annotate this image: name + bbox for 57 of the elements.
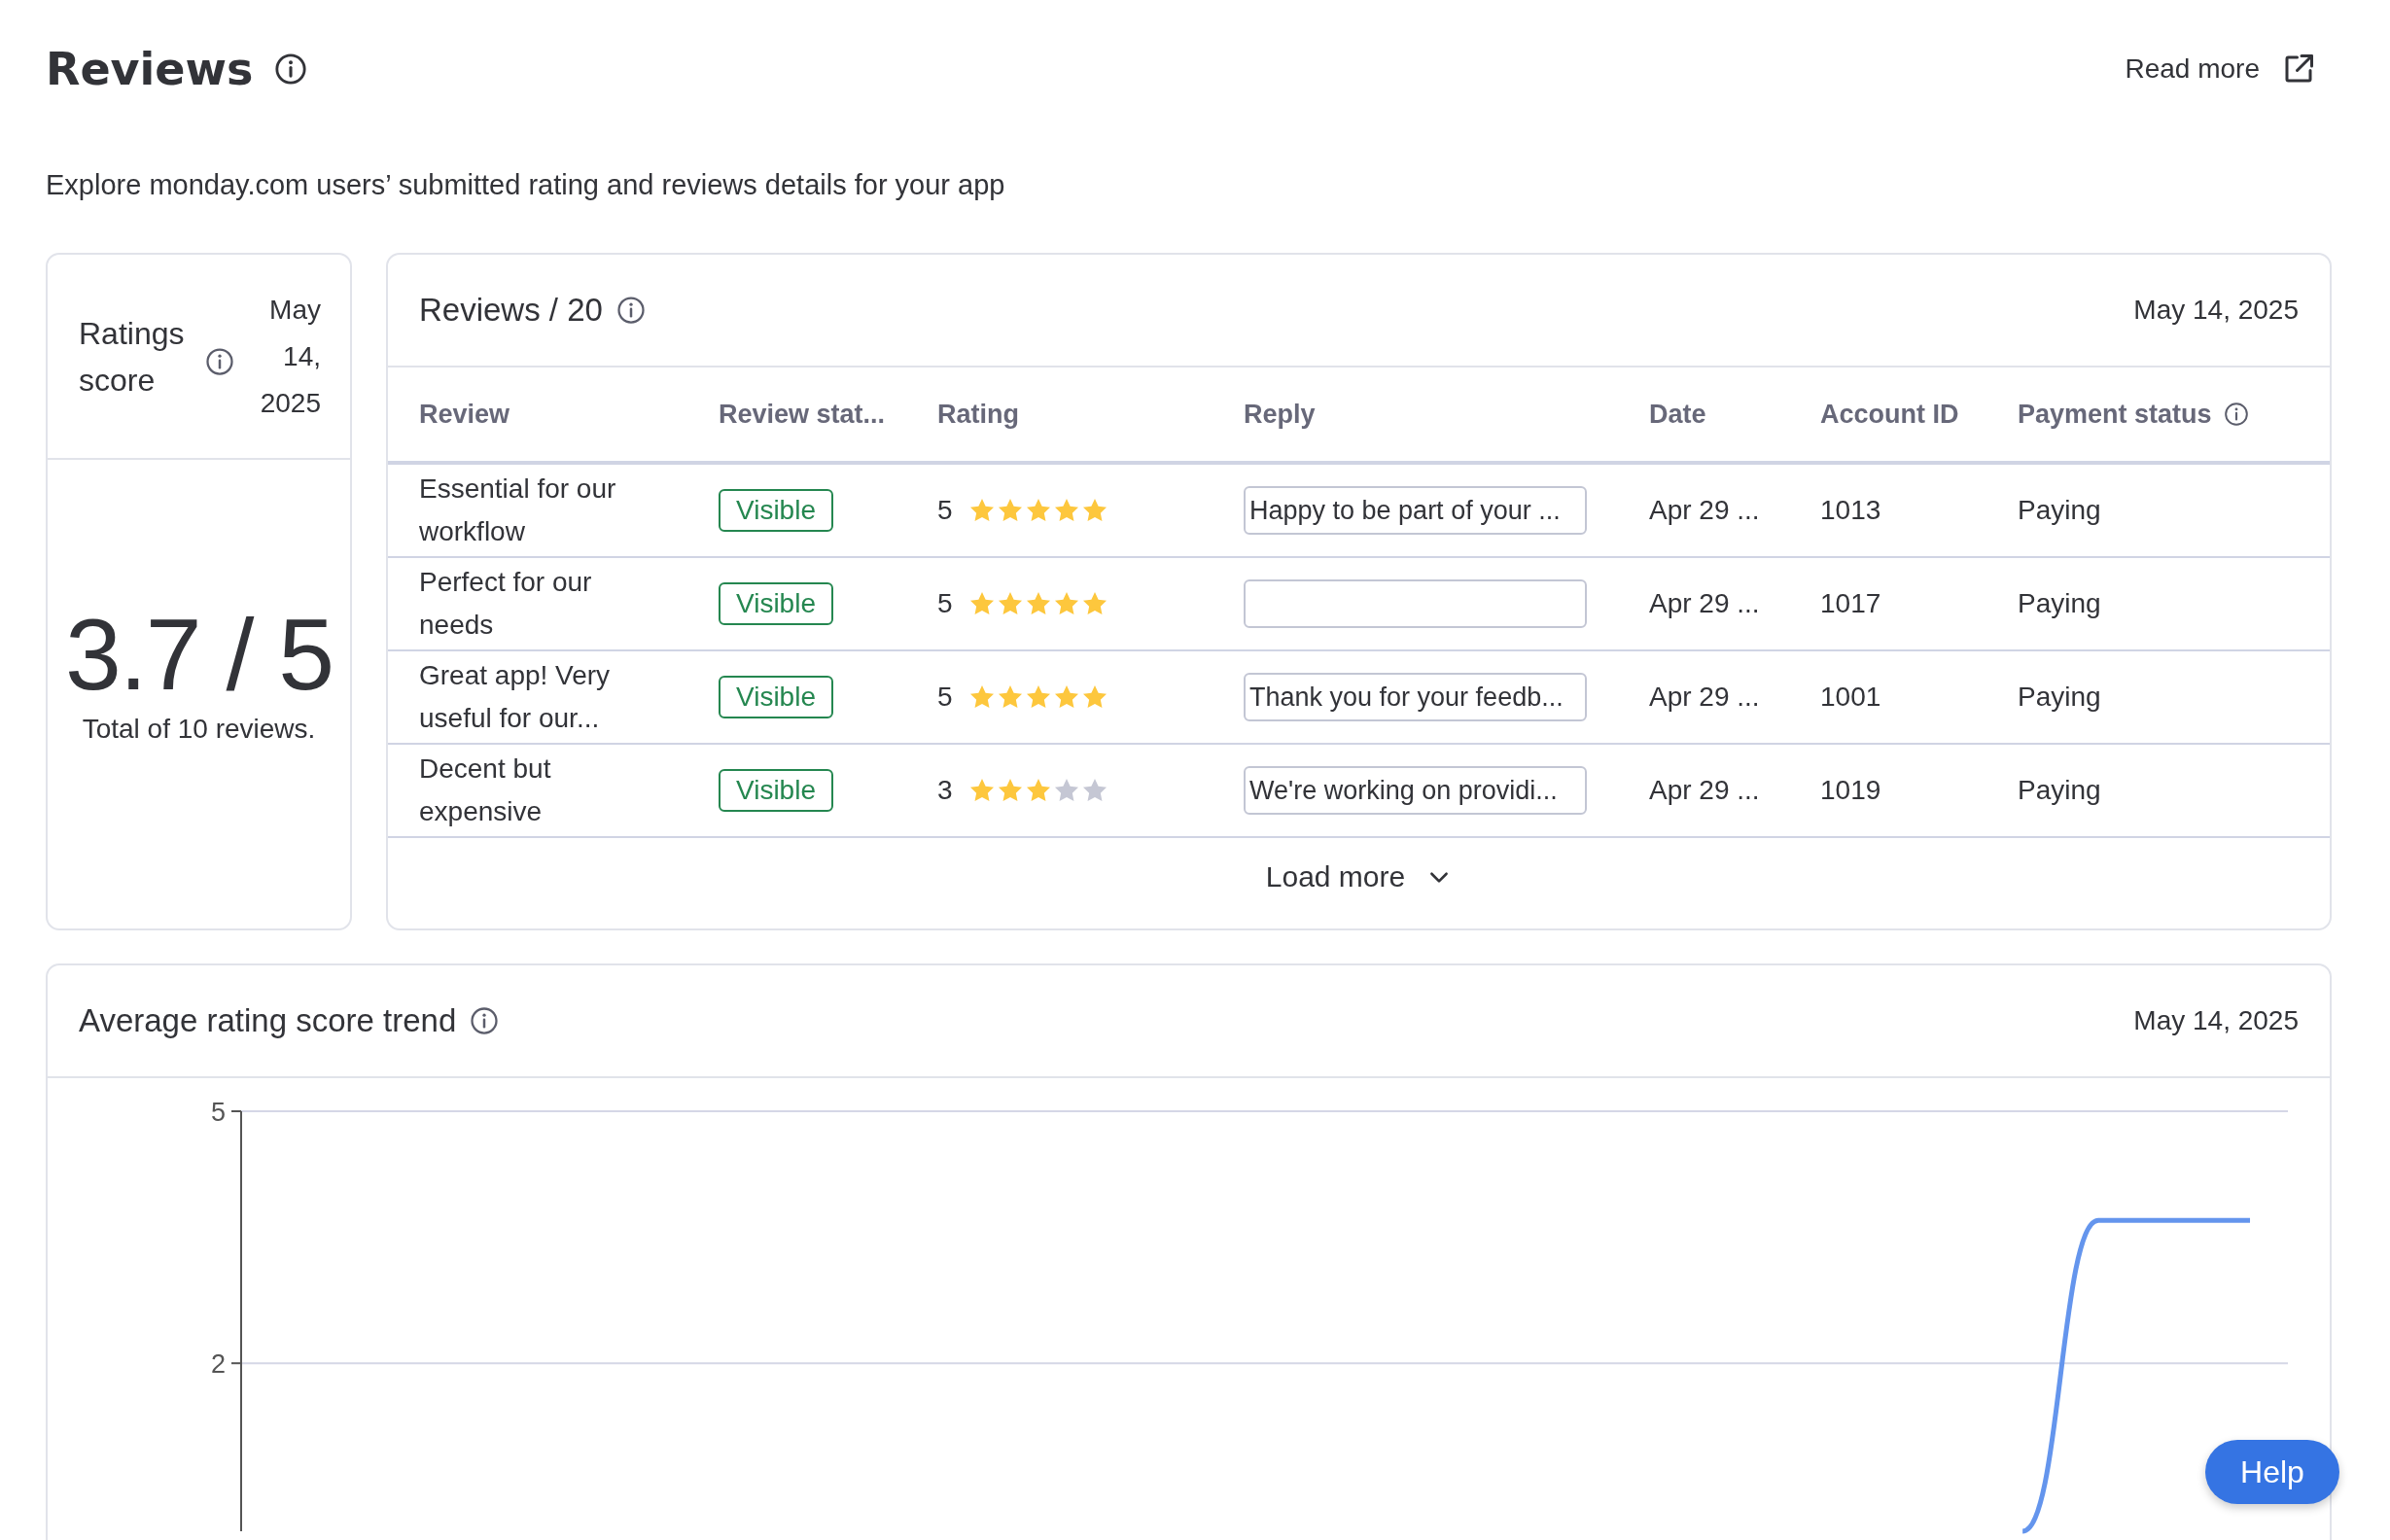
rating-value: 5 [937, 587, 953, 620]
info-icon[interactable] [615, 296, 646, 325]
column-header: Account ID [1820, 399, 1959, 430]
reply-field[interactable]: We're working on providi... [1244, 766, 1587, 815]
account-id-cell-text: 1001 [1820, 681, 1882, 714]
y-tick [230, 1362, 242, 1365]
review-text: Perfect for our needs [419, 566, 593, 642]
card-date: May 14, 2025 [2133, 1005, 2299, 1036]
status-badge: Visible [719, 489, 833, 532]
card-date: May 14, 2025 [259, 293, 321, 420]
page-description: Explore monday.com users’ submitted rating and reviews details for your app [46, 168, 1006, 202]
status-badge: Visible [719, 582, 833, 625]
date-cell-text: Apr 29 ... [1649, 681, 1761, 714]
payment-status-cell-text: Paying [2018, 774, 2102, 807]
read-more-link[interactable]: Read more [2125, 52, 2316, 87]
reviews-total: Total of 10 reviews. [82, 714, 316, 745]
y-tick-label: 2 [210, 1349, 226, 1380]
review-text: Decent but expensive [419, 752, 552, 828]
account-id-cell-text: 1019 [1820, 774, 1882, 807]
y-tick [230, 1110, 242, 1112]
card-title: Average rating score trend [79, 1002, 457, 1039]
card-title: Reviews / 20 [419, 292, 603, 329]
account-id-cell-text: 1017 [1820, 587, 1882, 620]
date-cell-text: Apr 29 ... [1649, 587, 1761, 620]
column-header: Payment status [2018, 399, 2212, 430]
info-icon[interactable] [205, 346, 234, 376]
card-title: Ratings score [79, 314, 186, 400]
column-header: Review stat... [719, 399, 886, 430]
rating-value: 5 [937, 681, 953, 714]
status-badge: Visible [719, 769, 833, 812]
column-header: Date [1649, 399, 1706, 430]
review-text: Essential for our workflow [419, 472, 617, 548]
status-badge: Visible [719, 676, 833, 718]
review-text: Great app! Very useful for our... [419, 659, 612, 735]
payment-status-cell-text: Paying [2018, 587, 2102, 620]
help-button[interactable]: Help [2205, 1440, 2339, 1504]
column-header: Review [419, 399, 510, 430]
column-header: Reply [1244, 399, 1316, 430]
date-cell-text: Apr 29 ... [1649, 774, 1761, 807]
account-id-cell-text: 1013 [1820, 494, 1882, 527]
reply-field[interactable]: Thank you for your feedb... [1244, 673, 1587, 721]
reply-field[interactable]: Happy to be part of your ... [1244, 486, 1587, 535]
info-icon[interactable] [470, 1006, 500, 1035]
date-cell-text: Apr 29 ... [1649, 494, 1761, 527]
rating-value: 3 [937, 774, 953, 807]
column-header: Rating [937, 399, 1019, 430]
info-icon[interactable] [2223, 402, 2249, 427]
info-icon[interactable] [274, 52, 308, 86]
rating-value: 5 [937, 494, 953, 527]
payment-status-cell-text: Paying [2018, 494, 2102, 527]
rating-score: 3.7 / 5 [64, 601, 334, 708]
page-title: Reviews [46, 42, 254, 97]
card-date: May 14, 2025 [2133, 295, 2299, 326]
load-more-button[interactable]: Load more [1251, 852, 1466, 901]
payment-status-cell-text: Paying [2018, 681, 2102, 714]
y-tick-label: 5 [210, 1098, 226, 1127]
reply-field[interactable] [1244, 579, 1587, 628]
